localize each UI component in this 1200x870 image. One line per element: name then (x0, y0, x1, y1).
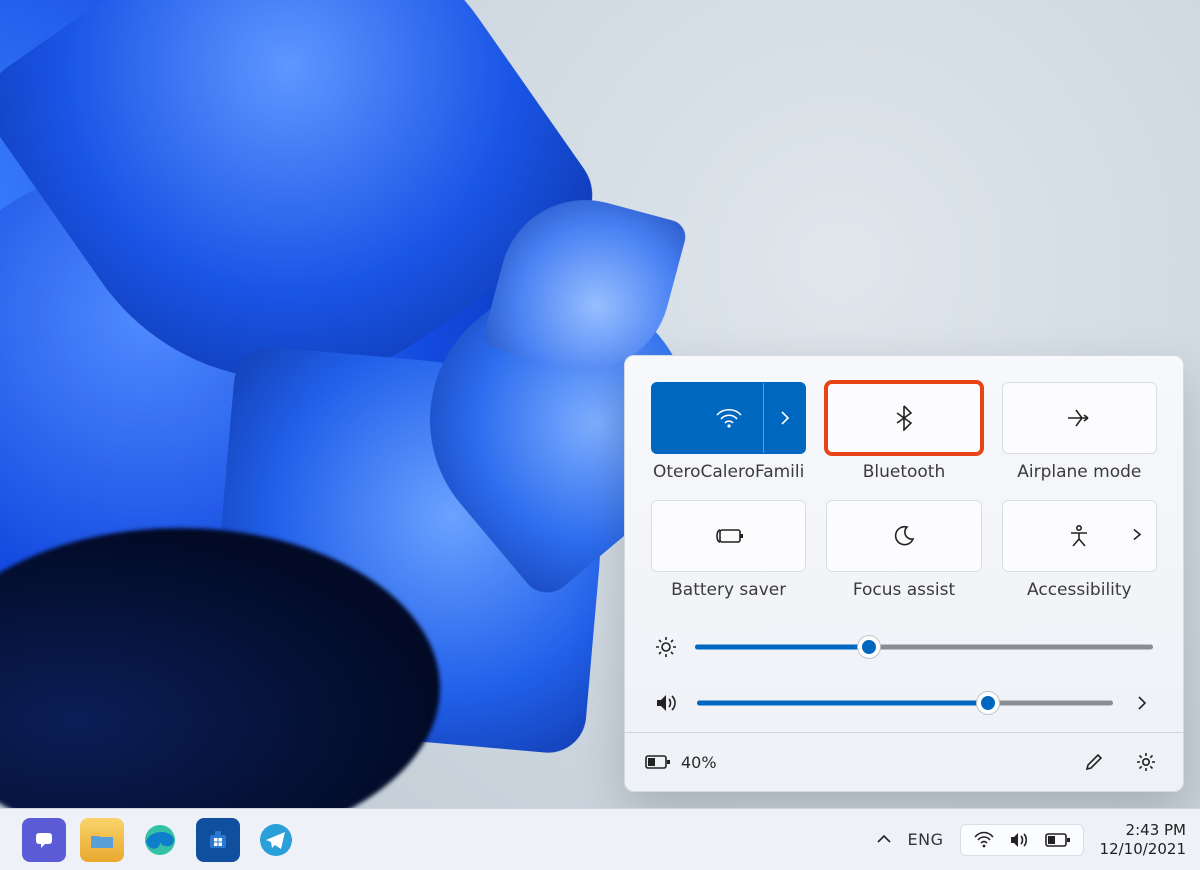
accessibility-tile[interactable] (1002, 500, 1157, 572)
moon-icon (893, 525, 915, 547)
wifi-icon (715, 407, 743, 429)
quick-settings-panel: OteroCaleroFamili Bluetooth Airplane (624, 355, 1184, 792)
accessibility-icon (1068, 524, 1090, 548)
battery-icon (645, 754, 671, 770)
tray-wifi-icon (973, 831, 995, 849)
pencil-icon (1084, 752, 1104, 772)
battery-percent-text: 40% (681, 753, 717, 772)
taskbar-pinned-apps (22, 818, 298, 862)
edit-quick-settings-button[interactable] (1077, 745, 1111, 779)
telegram-icon[interactable] (254, 818, 298, 862)
battery-saver-tile[interactable] (651, 500, 806, 572)
tray-battery-icon (1045, 833, 1071, 847)
microsoft-store-icon[interactable] (196, 818, 240, 862)
focus-assist-tile[interactable] (826, 500, 981, 572)
battery-saver-icon (714, 526, 744, 546)
clock-time: 2:43 PM (1100, 821, 1186, 840)
battery-saver-label: Battery saver (671, 580, 786, 600)
volume-icon (655, 692, 679, 714)
focus-assist-label: Focus assist (853, 580, 955, 600)
wifi-label: OteroCaleroFamili (653, 462, 804, 482)
bluetooth-tile[interactable] (826, 382, 981, 454)
gear-icon (1135, 751, 1157, 773)
file-explorer-icon[interactable] (80, 818, 124, 862)
battery-status[interactable]: 40% (645, 753, 717, 772)
volume-slider[interactable] (697, 694, 1113, 712)
taskbar: ENG 2:43 PM 12/10/2021 (0, 808, 1200, 870)
accessibility-expand-button[interactable] (1132, 527, 1142, 546)
accessibility-label: Accessibility (1027, 580, 1132, 600)
airplane-mode-tile[interactable] (1002, 382, 1157, 454)
brightness-slider[interactable] (695, 638, 1153, 656)
airplane-mode-label: Airplane mode (1017, 462, 1141, 482)
system-tray[interactable] (960, 824, 1084, 856)
airplane-icon (1066, 406, 1092, 430)
volume-output-button[interactable] (1131, 695, 1153, 711)
clock-date: 12/10/2021 (1100, 840, 1186, 859)
edge-browser-icon[interactable] (138, 818, 182, 862)
wifi-expand-button[interactable] (763, 383, 805, 453)
bluetooth-label: Bluetooth (863, 462, 946, 482)
wifi-tile[interactable] (651, 382, 806, 454)
tray-volume-icon (1009, 831, 1031, 849)
brightness-icon (655, 636, 677, 658)
taskbar-clock[interactable]: 2:43 PM 12/10/2021 (1100, 821, 1186, 859)
open-settings-button[interactable] (1129, 745, 1163, 779)
bluetooth-icon (896, 405, 912, 431)
tray-overflow-button[interactable] (876, 830, 892, 849)
language-indicator[interactable]: ENG (908, 830, 944, 849)
chat-app-icon[interactable] (22, 818, 66, 862)
